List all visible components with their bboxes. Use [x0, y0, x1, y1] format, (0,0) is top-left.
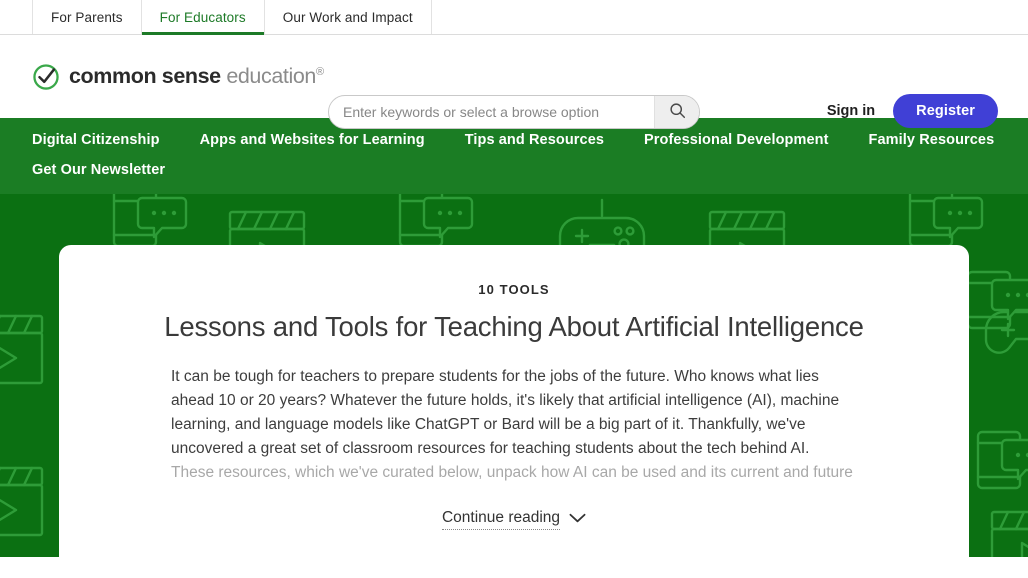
sign-in-link[interactable]: Sign in: [827, 103, 875, 119]
continue-reading-label: Continue reading: [441, 509, 561, 530]
logo-bold-text: common sense: [69, 64, 221, 88]
nav-item-apps-and-websites-for-learning[interactable]: Apps and Websites for Learning: [200, 132, 425, 148]
search-box[interactable]: [328, 95, 700, 129]
search-icon: [669, 102, 686, 122]
card-paragraph: It can be tough for teachers to prepare …: [171, 368, 840, 457]
nav-item-family-resources[interactable]: Family Resources: [869, 132, 995, 148]
nav-item-professional-development[interactable]: Professional Development: [644, 132, 829, 148]
account-actions: Sign in Register: [827, 94, 998, 128]
card-description: It can be tough for teachers to prepare …: [171, 365, 857, 485]
card-eyebrow-count: 10 TOOLS: [478, 282, 550, 297]
nav-item-get-our-newsletter[interactable]: Get Our Newsletter: [32, 162, 165, 178]
top-tab-strip: For Parents For Educators Our Work and I…: [0, 0, 1028, 35]
nav-item-tips-and-resources[interactable]: Tips and Resources: [465, 132, 604, 148]
feature-card: 10 TOOLS Lessons and Tools for Teaching …: [59, 245, 969, 557]
continue-reading-button[interactable]: Continue reading: [441, 509, 586, 530]
search-input[interactable]: [329, 96, 654, 128]
page-title: Lessons and Tools for Teaching About Art…: [164, 311, 864, 342]
logo-light-text: education: [226, 64, 316, 88]
registered-mark: ®: [315, 65, 324, 78]
tab-for-parents[interactable]: For Parents: [32, 0, 141, 34]
card-paragraph-truncated: These resources, which we've curated bel…: [171, 464, 853, 481]
register-button[interactable]: Register: [893, 94, 998, 128]
chevron-down-icon: [569, 511, 586, 529]
tab-label: For Parents: [51, 9, 123, 25]
primary-nav: Digital Citizenship Apps and Websites fo…: [0, 118, 1028, 194]
search-submit-button[interactable]: [654, 96, 699, 128]
check-circle-icon: [32, 63, 60, 91]
hero-section: 10 TOOLS Lessons and Tools for Teaching …: [0, 194, 1028, 557]
tab-label: Our Work and Impact: [282, 9, 413, 25]
site-logo[interactable]: common sense education®: [32, 63, 324, 91]
site-logo-text: common sense education®: [69, 64, 324, 89]
nav-item-digital-citizenship[interactable]: Digital Citizenship: [32, 132, 160, 148]
tab-our-work-and-impact[interactable]: Our Work and Impact: [263, 0, 432, 34]
tab-for-educators[interactable]: For Educators: [140, 0, 264, 35]
tab-label: For Educators: [159, 9, 246, 25]
site-header: common sense education® Sign in Register: [0, 35, 1028, 129]
